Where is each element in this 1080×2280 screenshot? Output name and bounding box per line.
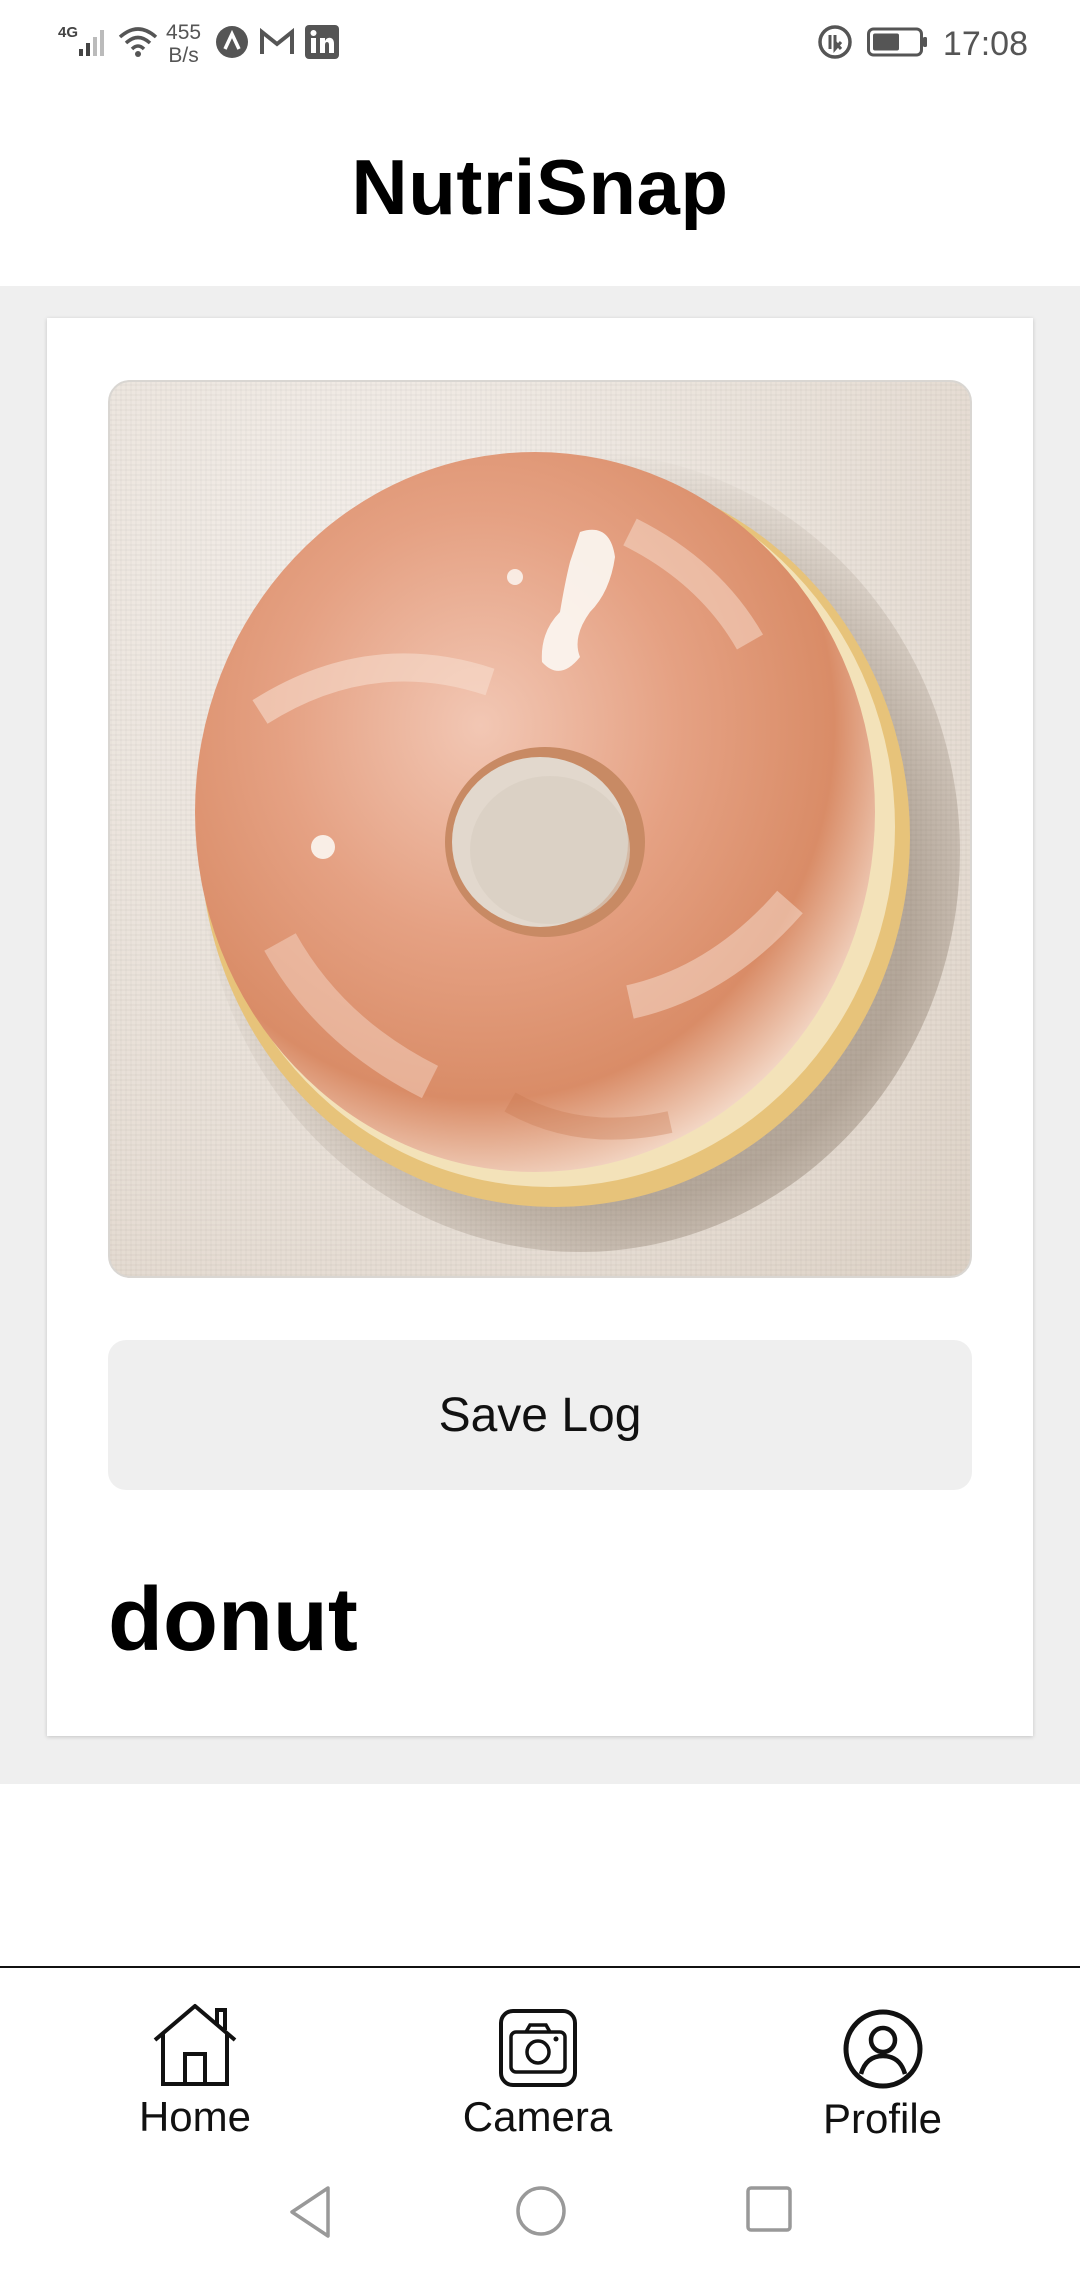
network-type: 4G bbox=[58, 23, 79, 41]
battery-icon bbox=[866, 27, 929, 62]
system-navigation-bar bbox=[0, 2170, 1080, 2280]
network-speed: 455 B/s bbox=[166, 21, 201, 67]
status-bar: 4G 455 B/s 17:08 bbox=[0, 0, 1080, 88]
save-log-button[interactable]: Save Log bbox=[108, 1340, 972, 1490]
page-title: NutriSnap bbox=[351, 142, 729, 231]
status-left: 4G 455 B/s bbox=[58, 18, 340, 70]
speed-unit: B/s bbox=[168, 44, 199, 67]
profile-icon bbox=[842, 2008, 924, 2095]
home-circle-icon[interactable] bbox=[514, 2184, 568, 2243]
clock: 17:08 bbox=[942, 24, 1028, 63]
linkedin-icon bbox=[305, 24, 340, 64]
nav-item-profile[interactable]: Profile bbox=[800, 2008, 965, 2143]
nav-item-camera[interactable]: Camera bbox=[455, 2008, 620, 2141]
nav-label-home: Home bbox=[138, 2093, 252, 2140]
home-icon bbox=[149, 2000, 241, 2093]
food-name: donut bbox=[108, 1570, 358, 1670]
back-icon[interactable] bbox=[286, 2184, 334, 2245]
bottom-navigation: Home Camera Profile bbox=[0, 1966, 1080, 2168]
signal-icon bbox=[78, 27, 108, 62]
speed-value: 455 bbox=[166, 21, 202, 44]
wifi-icon bbox=[118, 25, 158, 64]
nav-label-profile: Profile bbox=[822, 2095, 943, 2142]
nav-item-home[interactable]: Home bbox=[120, 2000, 270, 2141]
app-notification-icon bbox=[215, 25, 249, 64]
camera-icon bbox=[498, 2008, 578, 2093]
nav-label-camera: Camera bbox=[462, 2093, 613, 2140]
gmail-icon bbox=[259, 27, 295, 62]
food-photo bbox=[108, 380, 972, 1278]
app-header: NutriSnap bbox=[0, 88, 1080, 286]
recents-icon[interactable] bbox=[744, 2184, 794, 2239]
data-saver-icon bbox=[817, 24, 853, 65]
status-right: 17:08 bbox=[817, 18, 1028, 70]
donut-image bbox=[195, 452, 960, 1252]
